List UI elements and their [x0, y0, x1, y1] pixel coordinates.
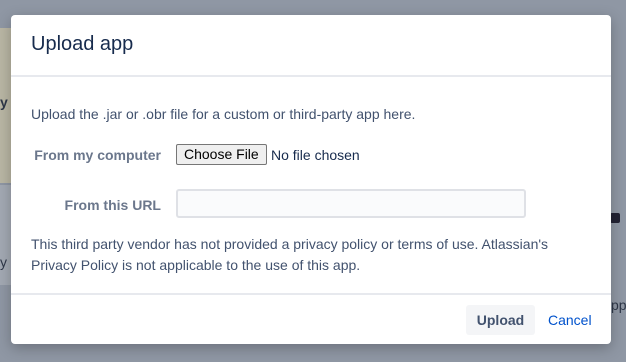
dialog-header: Upload app	[11, 15, 611, 77]
background-comment-icon	[610, 213, 620, 223]
privacy-notice: This third party vendor has not provided…	[31, 236, 549, 273]
url-input[interactable]	[176, 189, 526, 218]
cancel-button[interactable]: Cancel	[548, 305, 592, 335]
background-text-fragment: y	[0, 94, 8, 110]
upload-description: Upload the .jar or .obr file for a custo…	[31, 106, 416, 122]
background-text-fragment: pp	[611, 297, 626, 313]
upload-button[interactable]: Upload	[466, 305, 535, 335]
choose-file-button[interactable]: Choose File	[176, 144, 267, 165]
upload-app-dialog: Upload app Upload the .jar or .obr file …	[11, 15, 611, 344]
from-computer-label: From my computer	[34, 147, 161, 163]
dialog-footer-divider	[11, 293, 611, 295]
from-url-label: From this URL	[64, 197, 161, 213]
no-file-chosen-text: No file chosen	[271, 147, 360, 163]
dialog-title: Upload app	[31, 33, 134, 55]
